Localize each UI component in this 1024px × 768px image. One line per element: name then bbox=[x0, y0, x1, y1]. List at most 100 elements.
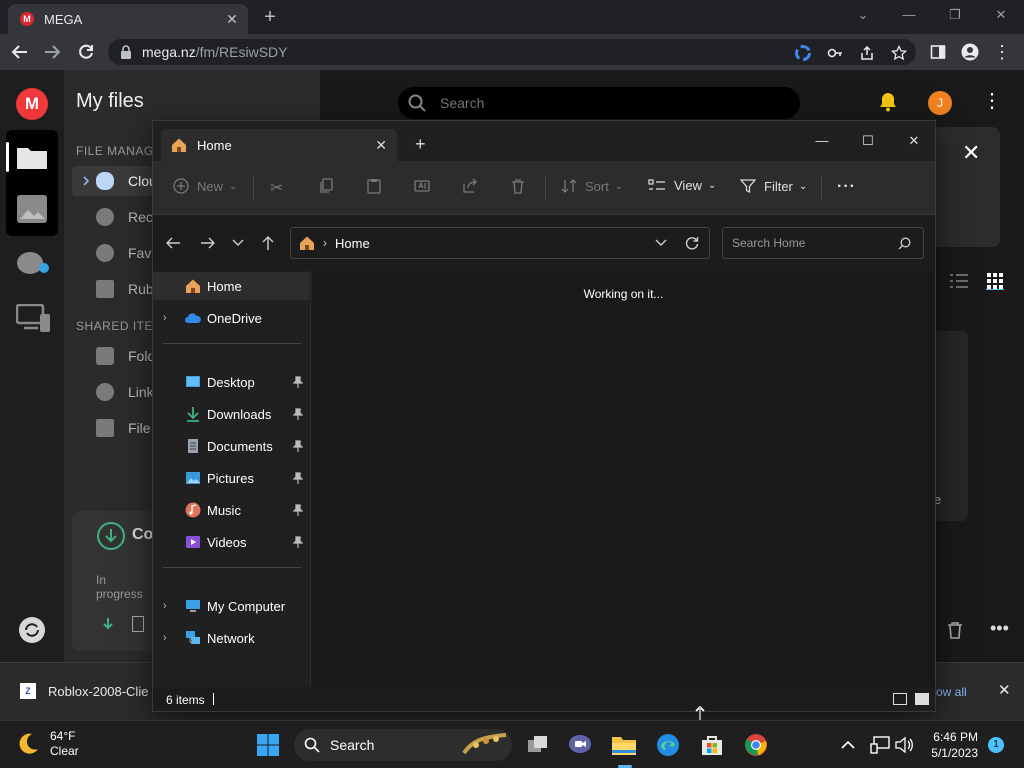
address-dropdown-icon[interactable] bbox=[655, 239, 667, 247]
pin-icon[interactable] bbox=[293, 536, 303, 548]
nav-item-downloads[interactable]: Downloads bbox=[153, 400, 309, 428]
explorer-address-bar[interactable]: › Home bbox=[290, 227, 710, 259]
view-button[interactable]: View ⌄ bbox=[648, 178, 716, 193]
nav-item-music[interactable]: Music bbox=[153, 496, 309, 524]
nav-item-home[interactable]: Home bbox=[153, 272, 309, 300]
browser-tab-mega[interactable]: M MEGA ✕ bbox=[8, 4, 248, 34]
explorer-maximize-button[interactable]: ☐ bbox=[845, 129, 891, 153]
notification-bell-icon[interactable] bbox=[878, 92, 898, 112]
google-lens-icon[interactable] bbox=[794, 44, 812, 62]
chevron-right-icon[interactable]: › bbox=[163, 312, 167, 324]
transfer-trash-icon[interactable] bbox=[946, 621, 964, 639]
list-view-icon[interactable] bbox=[950, 274, 968, 288]
nav-item-desktop[interactable]: Desktop bbox=[153, 368, 309, 396]
chat-icon[interactable] bbox=[16, 250, 50, 280]
pin-icon[interactable] bbox=[293, 504, 303, 516]
pin-icon[interactable] bbox=[293, 376, 303, 388]
explorer-minimize-button[interactable]: — bbox=[799, 129, 845, 153]
bookmark-star-icon[interactable] bbox=[890, 44, 908, 62]
pin-icon[interactable] bbox=[293, 472, 303, 484]
edge-button[interactable] bbox=[652, 729, 684, 761]
nav-item-documents[interactable]: Documents bbox=[153, 432, 309, 460]
explorer-tab-home[interactable]: Home ✕ bbox=[161, 129, 397, 161]
up-button[interactable] bbox=[258, 233, 278, 253]
panel-close-icon[interactable]: ✕ bbox=[962, 142, 984, 164]
chevron-right-icon[interactable]: › bbox=[163, 600, 167, 612]
delete-button[interactable] bbox=[510, 178, 534, 194]
devices-icon[interactable] bbox=[16, 304, 52, 334]
filter-button[interactable]: Filter ⌄ bbox=[740, 178, 807, 194]
details-view-icon[interactable] bbox=[893, 693, 907, 705]
recent-locations-button[interactable] bbox=[228, 233, 248, 253]
tab-close-icon[interactable]: ✕ bbox=[224, 11, 240, 27]
taskbar-search-box[interactable]: Search bbox=[294, 729, 512, 761]
mega-menu-icon[interactable]: ⋮ bbox=[982, 91, 1002, 112]
sidebar-item-cloud-drive[interactable]: Clou bbox=[96, 172, 157, 190]
explorer-search-input[interactable] bbox=[732, 236, 892, 250]
system-clock[interactable]: 6:46 PM 5/1/2023 bbox=[924, 729, 978, 761]
chevron-right-icon[interactable]: › bbox=[163, 632, 167, 644]
show-hidden-icons-button[interactable] bbox=[832, 729, 864, 761]
show-all-link[interactable]: ow all bbox=[936, 685, 967, 699]
explorer-new-tab-button[interactable]: + bbox=[415, 135, 426, 153]
explorer-close-button[interactable]: ✕ bbox=[891, 129, 937, 153]
notification-badge[interactable]: 1 bbox=[988, 737, 1004, 753]
start-button[interactable] bbox=[252, 729, 284, 761]
sync-icon[interactable] bbox=[18, 616, 46, 644]
refresh-icon[interactable] bbox=[685, 236, 699, 250]
chrome-taskbar-button[interactable] bbox=[740, 729, 772, 761]
nav-item-onedrive[interactable]: › OneDrive bbox=[153, 304, 309, 332]
grid-view-icon[interactable] bbox=[986, 272, 1004, 290]
task-view-button[interactable] bbox=[522, 729, 554, 761]
breadcrumb-home[interactable]: Home bbox=[335, 236, 370, 251]
volume-button[interactable] bbox=[888, 729, 920, 761]
sidebar-item-rubbish[interactable]: Rub bbox=[96, 280, 154, 298]
profile-button[interactable] bbox=[958, 40, 982, 64]
teams-chat-button[interactable] bbox=[564, 729, 596, 761]
password-key-icon[interactable] bbox=[826, 44, 844, 62]
explorer-back-button[interactable] bbox=[163, 233, 183, 253]
download-item[interactable]: Z Roblox-2008-Clie bbox=[20, 683, 148, 699]
see-more-icon[interactable]: ··· bbox=[837, 178, 856, 196]
sort-button[interactable]: Sort ⌄ bbox=[561, 178, 623, 194]
tab-search-chevron-icon[interactable]: ⌄ bbox=[840, 4, 886, 26]
side-panel-button[interactable] bbox=[926, 40, 950, 64]
transfer-more-icon[interactable]: ••• bbox=[990, 618, 1009, 639]
chrome-menu-icon[interactable]: ⋮ bbox=[990, 40, 1014, 64]
share-icon[interactable] bbox=[858, 44, 876, 62]
reload-button[interactable] bbox=[74, 40, 98, 64]
explorer-search-box[interactable] bbox=[722, 227, 924, 259]
weather-widget[interactable]: 64°F Clear bbox=[16, 729, 79, 759]
explorer-content-area[interactable]: Working on it... bbox=[312, 271, 935, 687]
cut-button[interactable]: ✂ bbox=[270, 178, 283, 198]
sidebar-item-recents[interactable]: Rece bbox=[96, 208, 161, 226]
new-button[interactable]: New ⌄ bbox=[173, 178, 237, 194]
store-button[interactable] bbox=[696, 729, 728, 761]
sidebar-item-file-requests[interactable]: File bbox=[96, 419, 151, 437]
pin-icon[interactable] bbox=[293, 408, 303, 420]
cloud-drive-folder-icon[interactable] bbox=[16, 144, 48, 170]
explorer-forward-button[interactable] bbox=[198, 233, 218, 253]
sidebar-item-links[interactable]: Link bbox=[96, 383, 154, 401]
share-button[interactable] bbox=[462, 178, 486, 194]
expand-chevron-icon[interactable] bbox=[82, 176, 90, 186]
close-window-button[interactable]: ✕ bbox=[978, 4, 1024, 26]
minimize-button[interactable]: — bbox=[886, 4, 932, 26]
nav-item-my-computer[interactable]: › My Computer bbox=[153, 592, 309, 620]
sidebar-item-folders[interactable]: Fold bbox=[96, 347, 155, 365]
sidebar-item-favourites[interactable]: Favo bbox=[96, 244, 159, 262]
download-bar-close-icon[interactable]: ✕ bbox=[998, 683, 1014, 699]
file-explorer-taskbar-button[interactable] bbox=[608, 729, 640, 761]
nav-item-network[interactable]: › Network bbox=[153, 624, 309, 652]
address-bar[interactable]: mega.nz/fm/REsiwSDY bbox=[108, 39, 916, 65]
user-avatar[interactable]: J bbox=[928, 91, 952, 115]
back-button[interactable] bbox=[8, 40, 32, 64]
tiles-view-icon[interactable] bbox=[915, 693, 929, 705]
restore-button[interactable]: ❐ bbox=[932, 4, 978, 26]
pin-icon[interactable] bbox=[293, 440, 303, 452]
photos-icon[interactable] bbox=[16, 194, 48, 224]
new-tab-button[interactable]: + bbox=[260, 6, 280, 28]
forward-button[interactable] bbox=[40, 40, 64, 64]
paste-button[interactable] bbox=[366, 178, 390, 194]
copy-button[interactable] bbox=[318, 178, 342, 194]
